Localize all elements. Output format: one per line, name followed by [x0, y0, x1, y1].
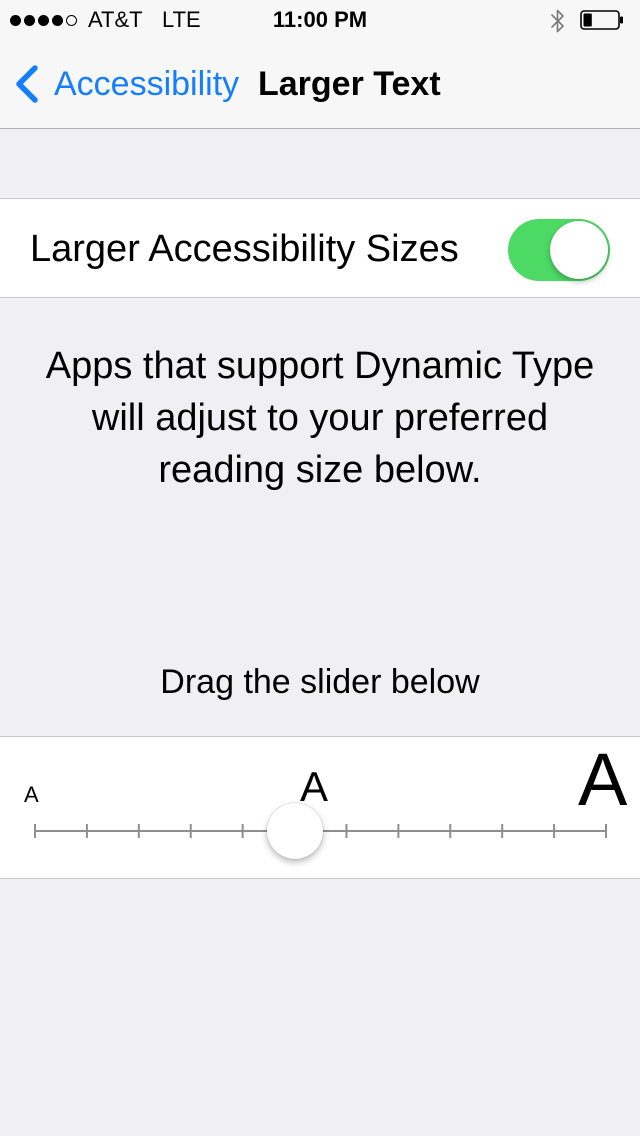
navigation-bar: Accessibility Larger Text: [0, 40, 640, 128]
larger-accessibility-sizes-row: Larger Accessibility Sizes: [0, 198, 640, 298]
status-time: 11:00 PM: [272, 7, 368, 32]
status-bar: AT&T LTE 11:00 PM: [0, 0, 640, 40]
slider-hint: Drag the slider below: [160, 663, 480, 701]
back-button-label: Accessibility: [54, 65, 240, 103]
slider-thumb[interactable]: [266, 803, 323, 859]
text-size-slider[interactable]: [0, 737, 640, 880]
larger-accessibility-sizes-switch[interactable]: [508, 219, 610, 281]
bluetooth-icon: [551, 9, 564, 33]
top-bar: AT&T LTE 11:00 PM Accessibility Larger T…: [0, 0, 640, 129]
battery-level-fill: [583, 13, 592, 27]
dynamic-type-description: Apps that support Dynamic Type will adju…: [45, 345, 595, 491]
battery-icon: [580, 10, 623, 30]
text-size-slider-row: A A A: [0, 736, 640, 879]
back-button[interactable]: Accessibility: [14, 62, 239, 106]
page-title: Larger Text: [258, 65, 441, 103]
chevron-left-icon: [16, 65, 38, 103]
larger-accessibility-sizes-label: Larger Accessibility Sizes: [30, 228, 459, 270]
switch-knob: [550, 221, 608, 279]
